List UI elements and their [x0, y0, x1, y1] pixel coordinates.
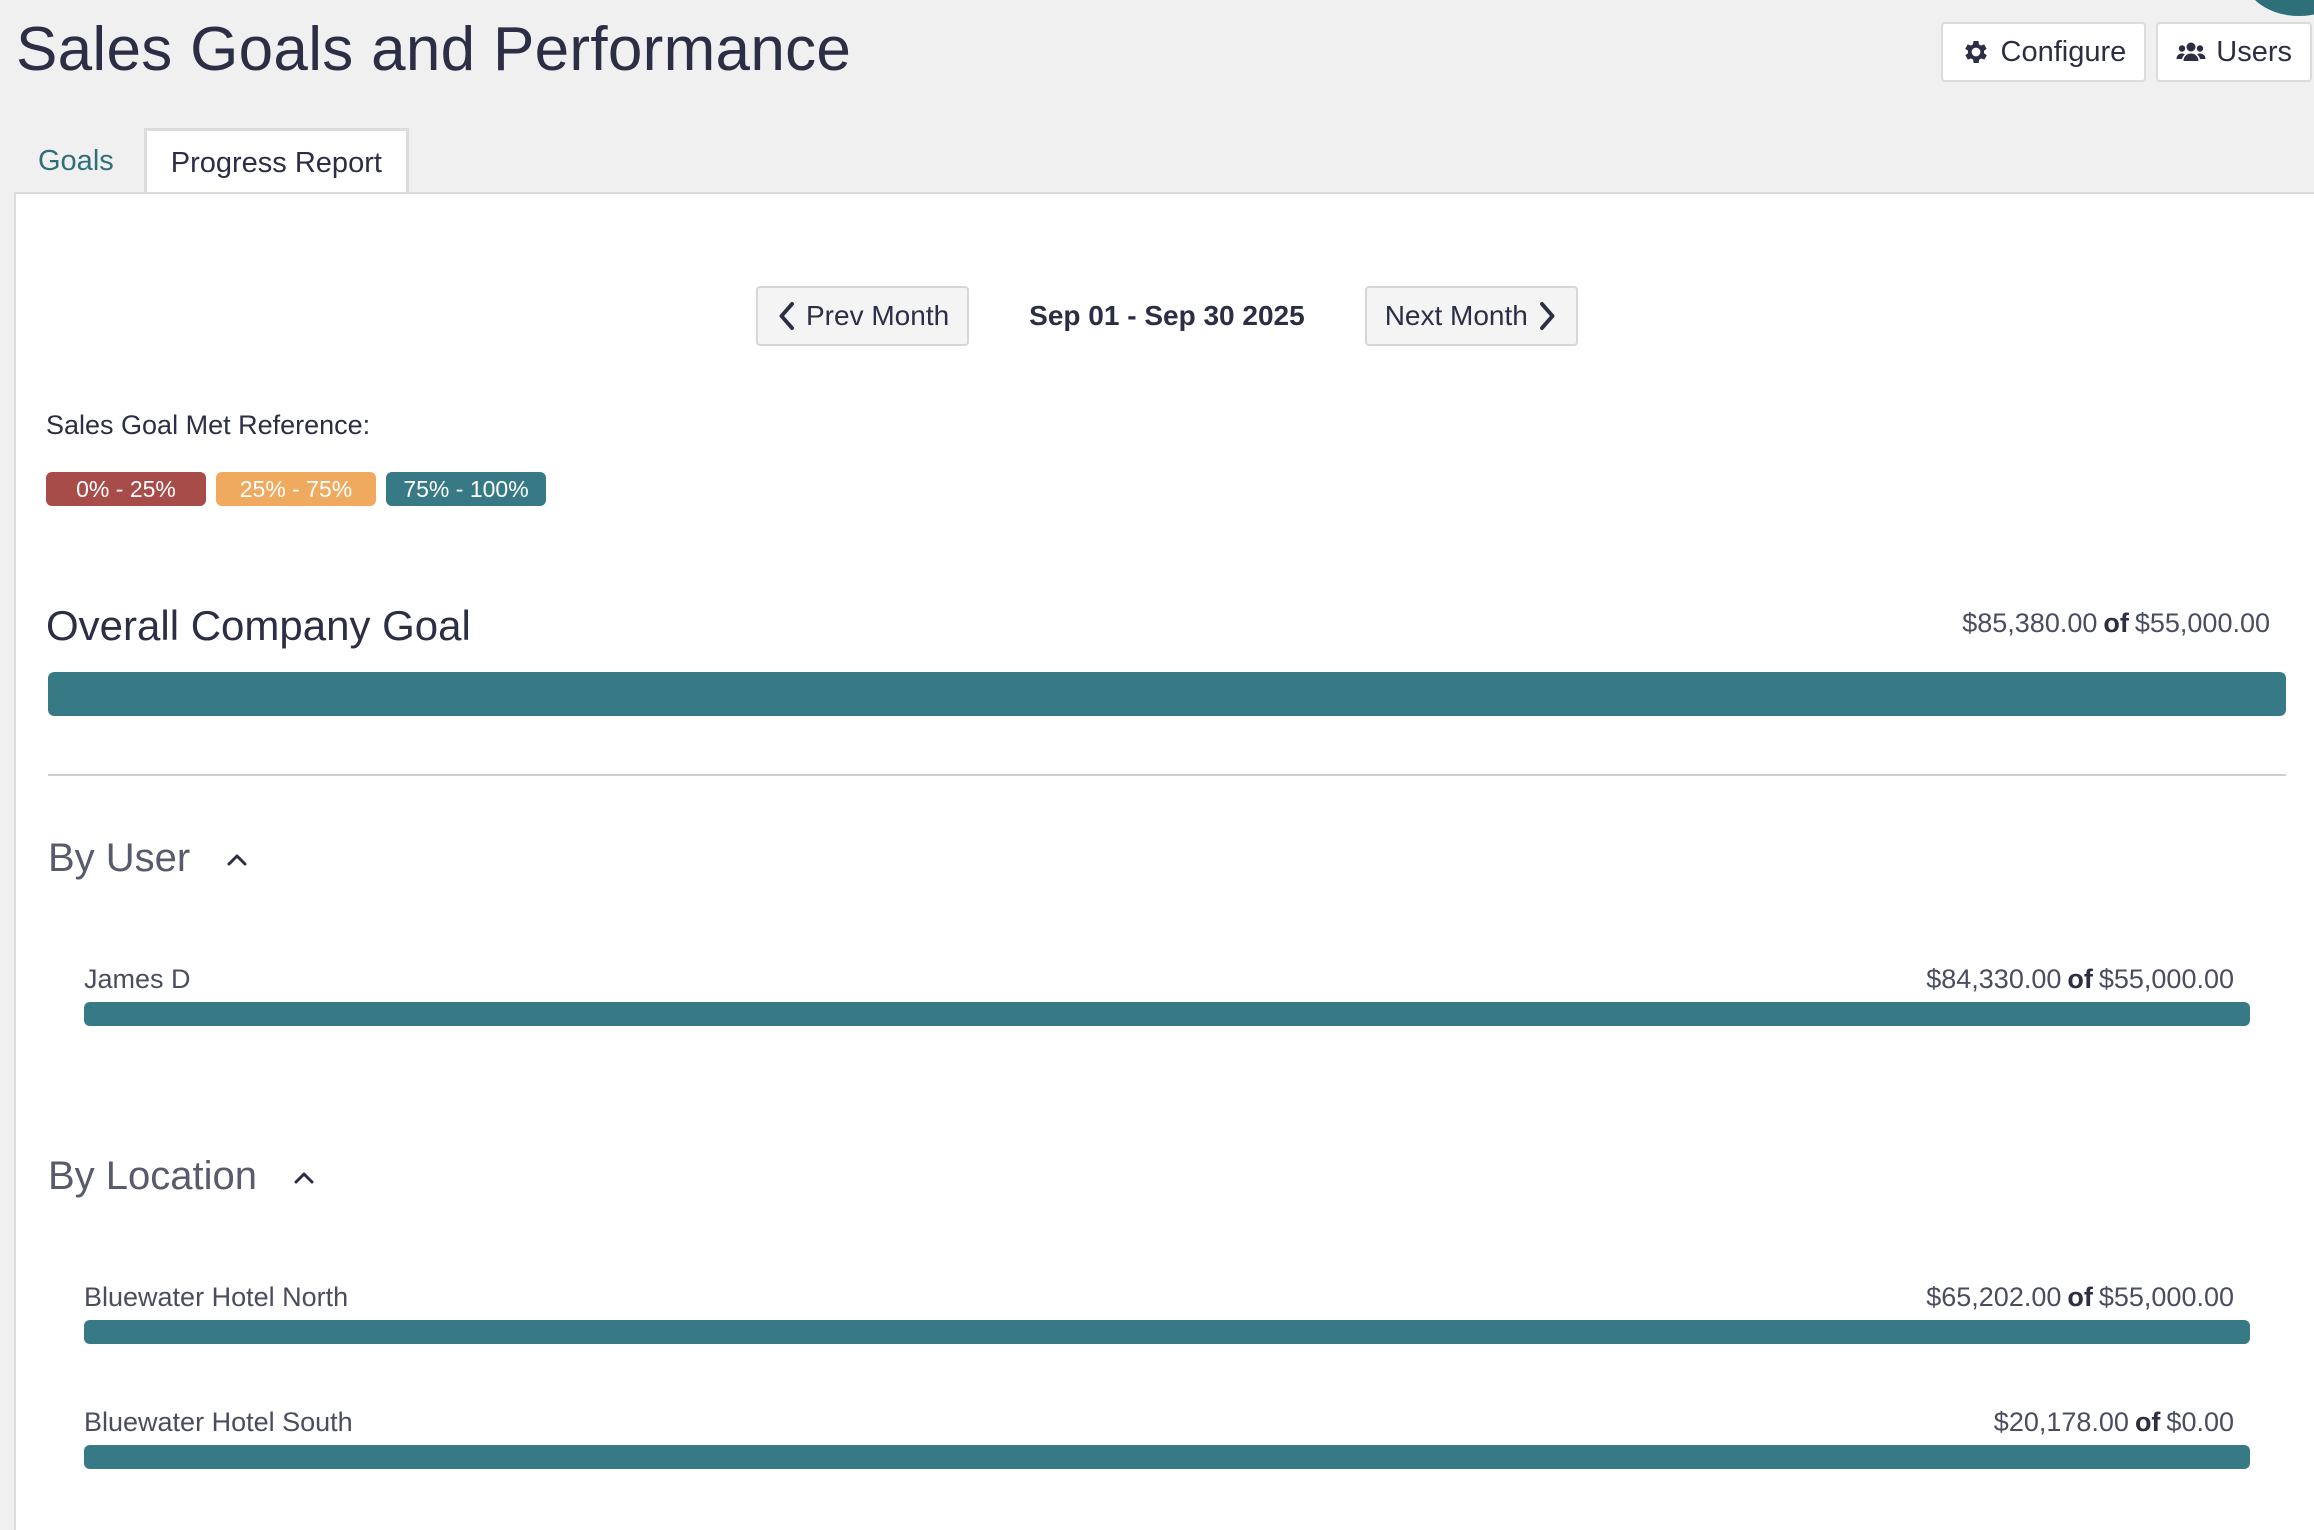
overall-goal: $55,000.00	[2134, 608, 2270, 638]
location-amount: $20,178.00 of $0.00	[1994, 1407, 2234, 1438]
progress-report-panel: Prev Month Sep 01 - Sep 30 2025 Next Mon…	[14, 192, 2314, 1530]
location-amount: $65,202.00 of $55,000.00	[1926, 1282, 2234, 1313]
reference-badges: 0% - 25% 25% - 75% 75% - 100%	[46, 472, 546, 506]
by-user-header[interactable]: By User	[48, 836, 248, 881]
chevron-left-icon	[779, 302, 794, 330]
corner-badge[interactable]	[2244, 0, 2314, 16]
overall-progress-fill	[48, 672, 2286, 716]
prev-month-button[interactable]: Prev Month	[756, 286, 970, 346]
location-goal: $55,000.00	[2098, 1282, 2234, 1312]
top-actions: Configure Users	[1940, 22, 2312, 82]
users-icon	[2176, 42, 2206, 61]
location-name: Bluewater Hotel South	[84, 1407, 353, 1437]
date-range: Sep 01 - Sep 30 2025	[1029, 300, 1305, 331]
location-progress-fill	[84, 1445, 2250, 1469]
gear-icon	[1964, 41, 1987, 63]
prev-month-label: Prev Month	[806, 300, 950, 331]
user-progress-bar	[84, 1002, 2250, 1026]
user-of: of	[2067, 964, 2093, 994]
next-month-label: Next Month	[1384, 300, 1528, 331]
location-of: of	[2134, 1407, 2161, 1437]
reference-badge-mid: 25% - 75%	[216, 472, 376, 506]
reference-label: Sales Goal Met Reference:	[46, 410, 371, 440]
section-divider	[48, 774, 2286, 776]
location-progress-bar	[84, 1320, 2250, 1344]
next-month-button[interactable]: Next Month	[1364, 286, 1578, 346]
by-user-title: By User	[48, 836, 191, 880]
location-progress-fill	[84, 1320, 2250, 1344]
users-label: Users	[2216, 35, 2292, 68]
configure-button[interactable]: Configure	[1940, 22, 2147, 82]
tab-bar: Goals Progress Report	[14, 126, 409, 196]
reference-badge-high: 75% - 100%	[386, 472, 546, 506]
page-title: Sales Goals and Performance	[16, 15, 852, 84]
tab-goals[interactable]: Goals	[14, 128, 138, 194]
user-progress-fill	[84, 1002, 2250, 1026]
user-actual: $84,330.00	[1926, 964, 2062, 994]
location-actual: $65,202.00	[1926, 1282, 2062, 1312]
chevron-up-icon[interactable]	[226, 851, 248, 867]
location-actual: $20,178.00	[1993, 1407, 2129, 1437]
by-location-title: By Location	[48, 1154, 258, 1198]
configure-label: Configure	[2000, 35, 2127, 68]
location-progress-bar	[84, 1445, 2250, 1469]
users-button[interactable]: Users	[2156, 22, 2312, 82]
overall-progress-bar	[48, 672, 2286, 716]
chevron-up-icon[interactable]	[293, 1169, 315, 1185]
month-navigation: Prev Month Sep 01 - Sep 30 2025 Next Mon…	[756, 286, 1578, 346]
reference-badge-low: 0% - 25%	[46, 472, 206, 506]
user-amount: $84,330.00 of $55,000.00	[1926, 964, 2234, 995]
tab-progress-report[interactable]: Progress Report	[143, 128, 409, 196]
chevron-right-icon	[1539, 302, 1555, 330]
user-name: James D	[84, 964, 191, 994]
location-goal: $0.00	[2166, 1407, 2234, 1437]
overall-goal-amount: $85,380.00 of $55,000.00	[1962, 608, 2270, 639]
location-name: Bluewater Hotel North	[84, 1282, 349, 1312]
by-location-header[interactable]: By Location	[48, 1154, 315, 1199]
overall-of: of	[2103, 608, 2129, 638]
user-goal: $55,000.00	[2098, 964, 2234, 994]
location-of: of	[2067, 1282, 2093, 1312]
overall-goal-title: Overall Company Goal	[46, 602, 471, 649]
overall-actual: $85,380.00	[1962, 608, 2098, 638]
